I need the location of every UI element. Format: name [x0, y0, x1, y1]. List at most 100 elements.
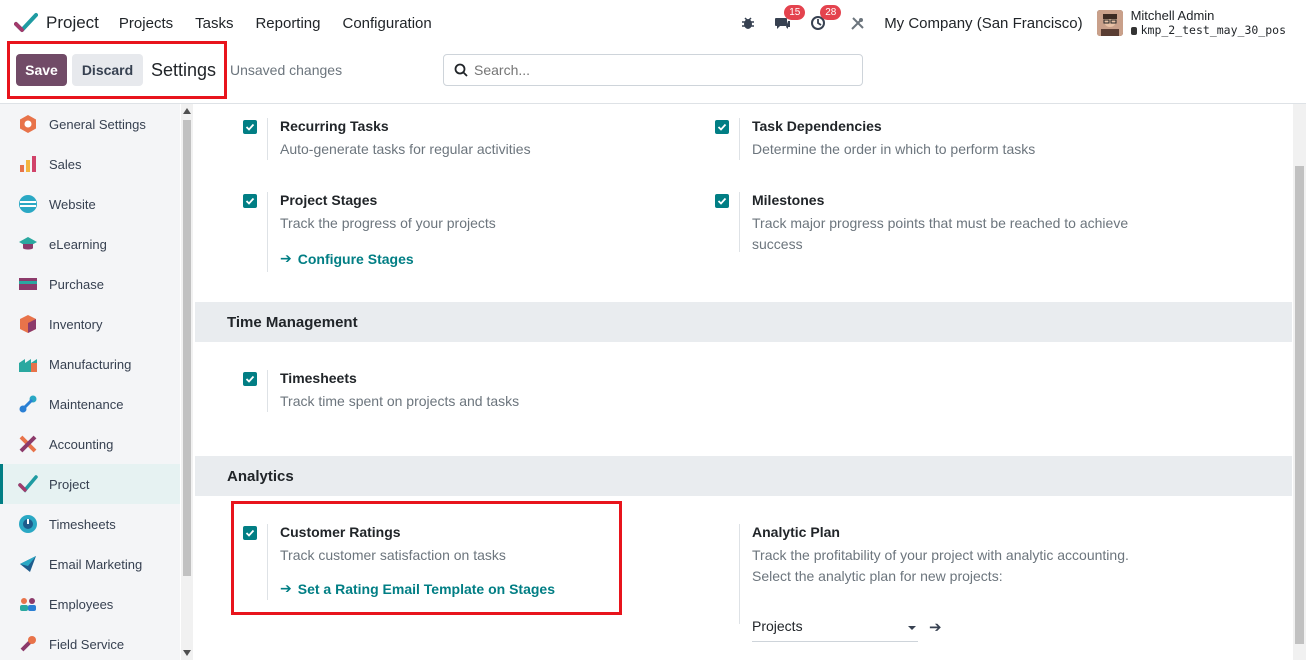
user-name: Mitchell Admin: [1130, 8, 1215, 23]
divider: [739, 524, 740, 624]
setting-description: Track customer satisfaction on tasks: [280, 547, 506, 563]
employees-icon: [17, 593, 39, 615]
sidebar-item-website[interactable]: Website: [0, 184, 180, 224]
sidebar-item-email-marketing[interactable]: Email Marketing: [0, 544, 180, 584]
website-icon: [17, 193, 39, 215]
purchase-icon: [17, 273, 39, 295]
search-icon: [454, 63, 468, 77]
sidebar-label: Project: [49, 476, 90, 492]
setting-title: Recurring Tasks: [280, 118, 389, 134]
setting-analytic-plan: Analytic Plan Track the profitability of…: [715, 524, 1175, 642]
section-time-management: Time Management: [195, 302, 1292, 342]
save-button[interactable]: Save: [16, 54, 67, 86]
arrow-right-icon: ➔: [280, 580, 292, 596]
sidebar-item-elearning[interactable]: eLearning: [0, 224, 180, 264]
recurring-tasks-checkbox[interactable]: [243, 120, 257, 134]
project-app-icon: [14, 13, 38, 32]
setting-description: Determine the order in which to perform …: [752, 141, 1036, 157]
bug-icon[interactable]: [740, 15, 756, 31]
setting-project-stages: Project Stages Track the progress of you…: [243, 192, 683, 272]
tools-icon[interactable]: [850, 15, 866, 31]
sidebar-item-purchase[interactable]: Purchase: [0, 264, 180, 304]
sidebar-item-maintenance[interactable]: Maintenance: [0, 384, 180, 424]
timesheets-checkbox[interactable]: [243, 372, 257, 386]
database-icon: [1130, 26, 1137, 35]
settings-content: Recurring Tasks Auto-generate tasks for …: [195, 104, 1292, 660]
general-settings-icon: [17, 113, 39, 135]
sidebar-item-general-settings[interactable]: General Settings: [0, 104, 180, 144]
sidebar-item-field-service[interactable]: Field Service: [0, 624, 180, 660]
sidebar-label: Sales: [49, 156, 82, 172]
scroll-down-icon[interactable]: [183, 650, 191, 656]
sidebar-scroll-thumb[interactable]: [183, 120, 191, 576]
sidebar-item-timesheets[interactable]: Timesheets: [0, 504, 180, 544]
sidebar-label: Employees: [49, 596, 114, 612]
app-brand[interactable]: Project: [14, 11, 99, 35]
select-value: Projects: [752, 618, 803, 634]
sidebar-label: eLearning: [49, 236, 107, 252]
rating-template-link[interactable]: ➔ Set a Rating Email Template on Stages: [280, 580, 555, 597]
menu-reporting[interactable]: Reporting: [255, 15, 320, 32]
menu-tasks[interactable]: Tasks: [195, 15, 233, 32]
inventory-icon: [17, 313, 39, 335]
setting-customer-ratings: Customer Ratings Track customer satisfac…: [243, 524, 623, 604]
search-input[interactable]: [474, 62, 834, 78]
setting-description: Auto-generate tasks for regular activiti…: [280, 141, 531, 157]
messages-badge: 15: [784, 5, 806, 20]
sidebar-label: Accounting: [49, 436, 114, 452]
sidebar-item-manufacturing[interactable]: Manufacturing: [0, 344, 180, 384]
scroll-up-icon[interactable]: [183, 108, 191, 114]
settings-sidebar: General Settings Sales Website eLearning…: [0, 104, 180, 660]
project-stages-checkbox[interactable]: [243, 194, 257, 208]
setting-title: Task Dependencies: [752, 118, 882, 134]
search-box[interactable]: [443, 54, 863, 86]
manufacturing-icon: [17, 353, 39, 375]
messages-icon[interactable]: 15: [774, 5, 806, 31]
configure-stages-link[interactable]: ➔ Configure Stages: [280, 250, 414, 267]
user-menu[interactable]: Mitchell Admin kmp_2_test_may_30_pos: [1096, 8, 1286, 38]
menu-projects[interactable]: Projects: [119, 15, 173, 32]
analytic-plan-select[interactable]: Projects: [752, 618, 918, 642]
sidebar-item-project[interactable]: Project: [0, 464, 180, 504]
description-line: success: [752, 236, 803, 252]
section-analytics: Analytics: [195, 456, 1292, 496]
setting-title: Project Stages: [280, 192, 378, 208]
divider: [739, 118, 740, 160]
setting-task-dependencies: Task Dependencies Determine the order in…: [715, 118, 1155, 168]
setting-description: Track the progress of your projects: [280, 215, 496, 231]
sidebar-label: Manufacturing: [49, 356, 132, 372]
milestones-checkbox[interactable]: [715, 194, 729, 208]
sidebar-item-inventory[interactable]: Inventory: [0, 304, 180, 344]
field-service-icon: [17, 633, 39, 655]
open-record-arrow-icon[interactable]: ➔: [929, 618, 942, 636]
navbar-systray: 15 28 My Company (San Francisco) Mitchel…: [740, 0, 1306, 46]
control-panel: Save Discard Settings Unsaved changes: [0, 46, 1306, 104]
divider: [267, 370, 268, 412]
arrow-right-icon: ➔: [280, 250, 292, 266]
avatar: [1096, 10, 1123, 36]
company-switcher[interactable]: My Company (San Francisco): [884, 15, 1082, 32]
setting-description: Track the profitability of your project …: [752, 545, 1129, 587]
discard-button[interactable]: Discard: [72, 54, 143, 86]
sidebar-item-sales[interactable]: Sales: [0, 144, 180, 184]
database-label: kmp_2_test_may_30_pos: [1140, 23, 1286, 37]
content-scrollbar[interactable]: [1293, 104, 1306, 660]
task-dependencies-checkbox[interactable]: [715, 120, 729, 134]
customer-ratings-checkbox[interactable]: [243, 526, 257, 540]
activities-icon[interactable]: 28: [810, 5, 842, 31]
setting-description: Track major progress points that must be…: [752, 213, 1128, 255]
app-name: Project: [46, 13, 99, 32]
sidebar-label: General Settings: [49, 116, 146, 132]
divider: [739, 192, 740, 252]
sidebar-label: Email Marketing: [49, 556, 143, 572]
accounting-icon: [17, 433, 39, 455]
content-scroll-thumb[interactable]: [1295, 166, 1304, 644]
sidebar-item-employees[interactable]: Employees: [0, 584, 180, 624]
sidebar-label: Inventory: [49, 316, 103, 332]
sales-icon: [17, 153, 39, 175]
sidebar-scrollbar[interactable]: [181, 104, 193, 660]
menu-configuration[interactable]: Configuration: [343, 15, 432, 32]
setting-recurring-tasks: Recurring Tasks Auto-generate tasks for …: [243, 118, 683, 168]
sidebar-item-accounting[interactable]: Accounting: [0, 424, 180, 464]
sidebar-label: Website: [49, 196, 96, 212]
